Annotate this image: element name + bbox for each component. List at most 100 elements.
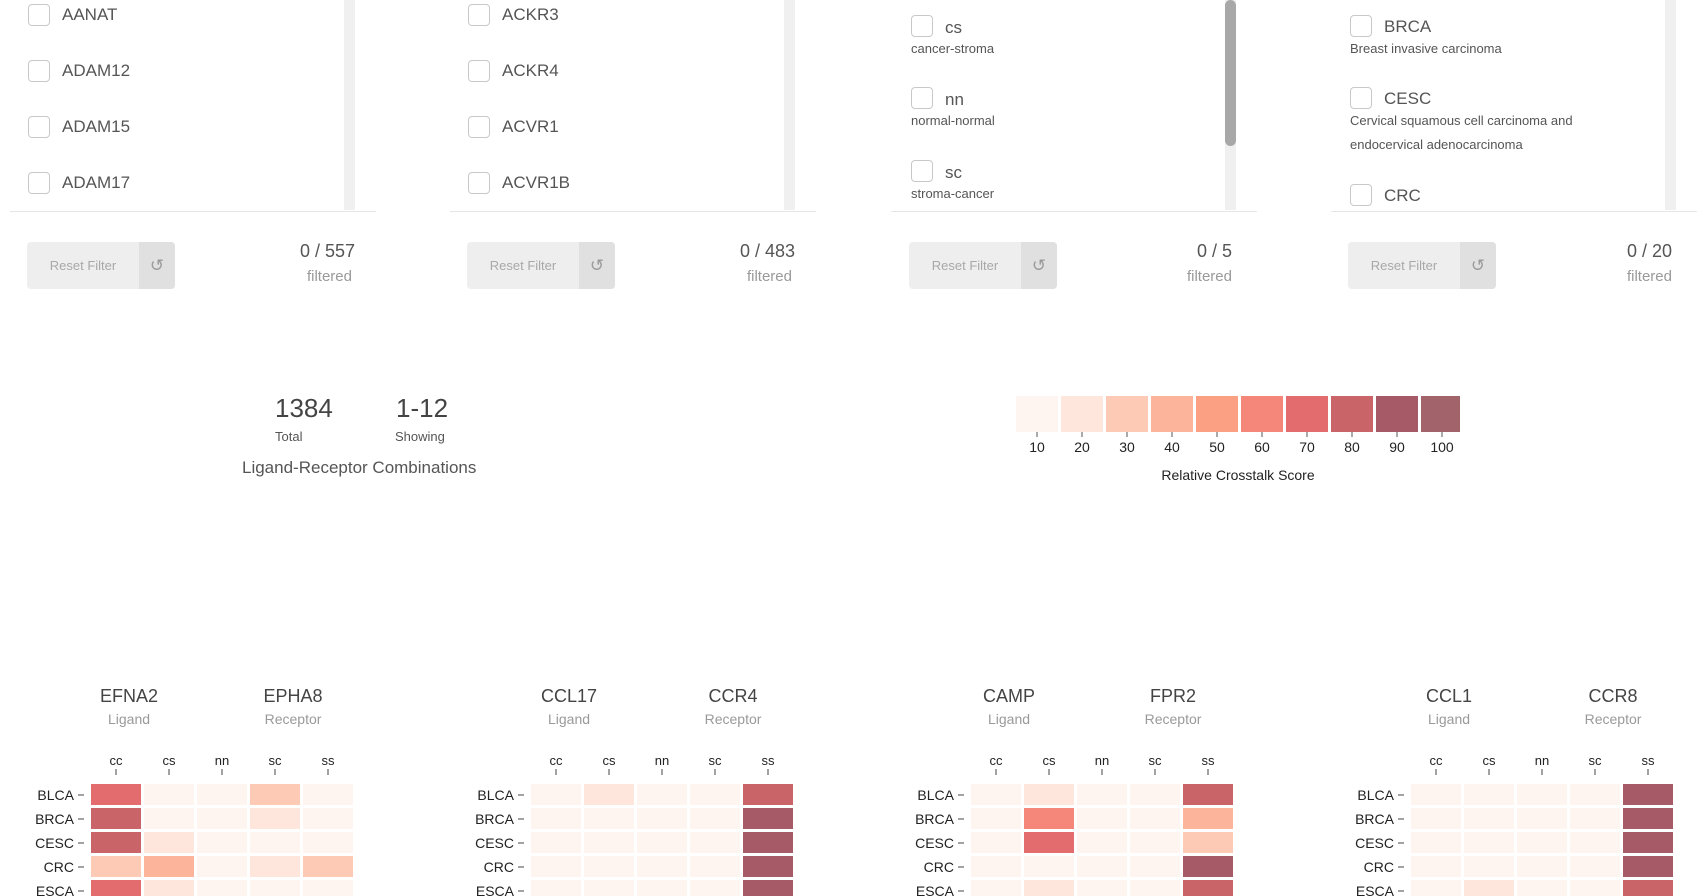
heatmap-cell <box>197 808 247 829</box>
heatmap-cell <box>531 832 581 853</box>
checkbox[interactable] <box>911 15 933 37</box>
row-label: ESCA <box>1356 883 1395 896</box>
legend-tick-label: 20 <box>1074 439 1090 455</box>
checkbox[interactable] <box>911 160 933 182</box>
receptor-name[interactable]: EPHA8 <box>233 686 353 707</box>
row-label: ESCA <box>36 883 75 896</box>
checkbox[interactable] <box>28 172 50 194</box>
heatmap-cell <box>743 856 793 877</box>
heatmap-cell <box>1077 856 1127 877</box>
ligand-name[interactable]: CAMP <box>949 686 1069 707</box>
column-label: ss <box>762 753 776 768</box>
receptor-name[interactable]: CCR4 <box>673 686 793 707</box>
option-label: ACKR4 <box>502 61 559 80</box>
heatmap-cell <box>1024 880 1074 896</box>
column-label: sc <box>709 753 723 768</box>
reset-filter-button[interactable]: Reset Filter ↺ <box>1348 242 1496 289</box>
checkbox[interactable] <box>1350 87 1372 109</box>
checkbox[interactable] <box>1350 15 1372 37</box>
heatmap-cell <box>197 784 247 805</box>
heatmap-cell <box>1183 784 1233 805</box>
scrollbar[interactable] <box>1665 0 1676 210</box>
heatmap-cell <box>250 784 300 805</box>
heatmap-cell <box>144 832 194 853</box>
reset-filter-label: Reset Filter <box>1370 258 1438 273</box>
reset-filter-button[interactable]: Reset Filter ↺ <box>467 242 615 289</box>
option-label: ACKR3 <box>502 5 559 24</box>
option-description: normal-normal <box>911 113 995 128</box>
receptor-name[interactable]: CCR8 <box>1553 686 1673 707</box>
legend-swatch <box>1331 396 1373 432</box>
receptor-option-list[interactable]: ACKR3 ACKR4 ACVR1 ACVR1B <box>450 0 816 212</box>
row-label: ESCA <box>916 883 955 896</box>
option-label: ADAM15 <box>62 117 131 136</box>
option-description: Breast invasive carcinoma <box>1350 41 1502 56</box>
checkbox[interactable] <box>468 172 490 194</box>
reset-icon: ↺ <box>579 242 615 289</box>
legend-tick-label: 30 <box>1119 439 1135 455</box>
scrollbar[interactable] <box>344 0 355 210</box>
heatmap-cell <box>1130 808 1180 829</box>
column-label: sc <box>1149 753 1163 768</box>
row-label: CRC <box>484 859 514 875</box>
receptor-filter-panel: ACKR3 ACKR4 ACVR1 ACVR1B Reset Filter ↺ … <box>440 0 820 290</box>
legend-swatch <box>1421 396 1460 432</box>
heatmap-cell <box>1024 856 1074 877</box>
ligand-option-list[interactable]: AANAT ADAM12 ADAM15 ADAM17 <box>10 0 376 212</box>
scrollbar[interactable] <box>784 0 795 210</box>
crosstalk-heatmap: cc cs nn sc ss BLCA BRCA CESC CRC ESCA <box>35 753 353 896</box>
checkbox[interactable] <box>28 116 50 138</box>
heatmap-cell <box>637 832 687 853</box>
lr-card[interactable]: EFNA2 Ligand EPHA8 Receptor cc cs nn sc ss BL… <box>20 684 360 896</box>
reset-filter-button[interactable]: Reset Filter ↺ <box>909 242 1057 289</box>
heatmap-cell <box>637 856 687 877</box>
checkbox[interactable] <box>468 4 490 26</box>
legend-swatch <box>1241 396 1283 432</box>
row-label: CRC <box>1364 859 1394 875</box>
scrollbar-thumb[interactable] <box>1225 0 1236 146</box>
heatmap-cell <box>1183 880 1233 896</box>
lr-card[interactable]: CCL17 Ligand CCR4 Receptor cc cs nn sc ss BLC… <box>460 684 800 896</box>
heatmap-cell <box>1517 832 1567 853</box>
legend-swatch <box>1106 396 1148 432</box>
checkbox[interactable] <box>911 87 933 109</box>
ligand-name[interactable]: EFNA2 <box>69 686 189 707</box>
row-label: BLCA <box>37 787 74 803</box>
reset-filter-button[interactable]: Reset Filter ↺ <box>27 242 175 289</box>
option-label: CRC <box>1384 186 1421 205</box>
lr-card[interactable]: CAMP Ligand FPR2 Receptor cc cs nn sc ss BLCA… <box>900 684 1240 896</box>
lr-card[interactable]: CCL1 Ligand CCR8 Receptor cc cs nn sc ss BLCA… <box>1340 684 1680 896</box>
heatmap-cell <box>1464 880 1514 896</box>
legend-swatch <box>1016 396 1058 432</box>
cancer-option-list[interactable]: BRCA Breast invasive carcinoma CESC Cerv… <box>1331 0 1697 212</box>
filter-count: 0 / 20 <box>1626 241 1672 261</box>
combinations-title: Ligand-Receptor Combinations <box>242 458 477 477</box>
heatmap-cell <box>637 880 687 896</box>
interaction-option-list[interactable]: cs cancer-stroma nn normal-normal sc str… <box>891 0 1257 212</box>
checkbox[interactable] <box>468 60 490 82</box>
ligand-name[interactable]: CCL17 <box>509 686 629 707</box>
filter-count: 0 / 5 <box>1196 241 1232 261</box>
column-label: sc <box>269 753 283 768</box>
checkbox[interactable] <box>468 116 490 138</box>
heatmap-cell <box>1464 856 1514 877</box>
heatmap-cell <box>531 808 581 829</box>
crosstalk-heatmap: cc cs nn sc ss BLCA BRCA CESC CRC ESCA <box>475 753 793 896</box>
checkbox[interactable] <box>1350 184 1372 206</box>
heatmap-cell <box>584 808 634 829</box>
checkbox[interactable] <box>28 4 50 26</box>
heatmap-cell <box>1464 808 1514 829</box>
heatmap-cell <box>1517 856 1567 877</box>
heatmap-cell <box>637 808 687 829</box>
checkbox[interactable] <box>28 60 50 82</box>
ligand-name[interactable]: CCL1 <box>1389 686 1509 707</box>
row-label: CESC <box>475 835 514 851</box>
row-label: BRCA <box>475 811 515 827</box>
receptor-name[interactable]: FPR2 <box>1113 686 1233 707</box>
row-label: BLCA <box>1357 787 1394 803</box>
scrollbar[interactable] <box>1225 0 1236 210</box>
heatmap-cell <box>1623 808 1673 829</box>
legend-swatch <box>1061 396 1103 432</box>
legend-scale: 10 20 30 40 50 60 70 80 90 100 <box>1016 396 1460 455</box>
option-description: cancer-stroma <box>911 41 995 56</box>
